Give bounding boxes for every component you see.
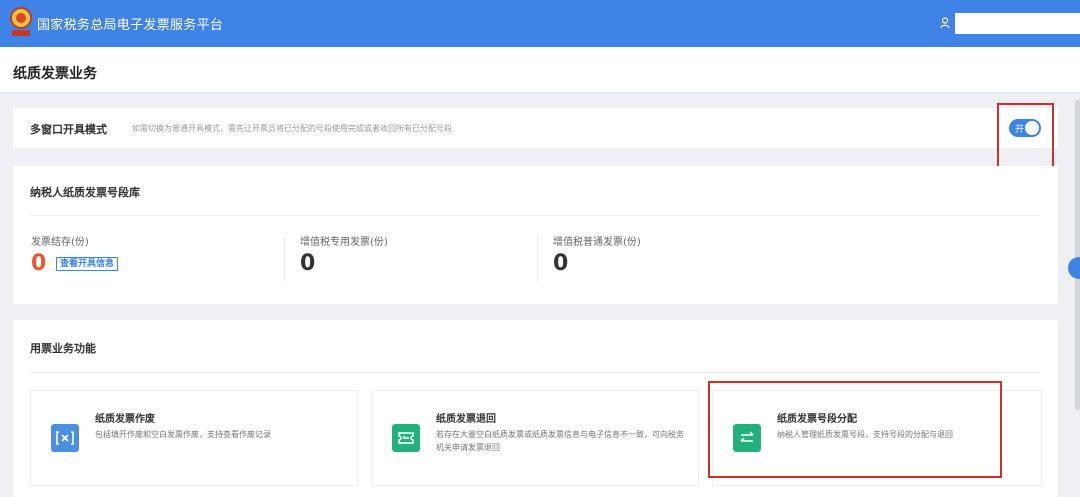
- highlight-box-toggle: [997, 103, 1054, 171]
- stat-value: 0: [31, 251, 47, 276]
- view-issuance-info-link[interactable]: 查看开具信息: [55, 257, 118, 271]
- stat-invoice-stock: 发票结存(份) 0 查看开具信息: [31, 233, 118, 277]
- user-name-box[interactable]: [955, 13, 1080, 34]
- page-title-bar: 纸质发票业务: [0, 47, 1080, 93]
- tile-title: 纸质发票作废: [95, 414, 155, 425]
- stat-label: 增值税专用发票(份): [300, 237, 388, 248]
- divider: [30, 372, 1040, 373]
- invoice-library-card: 纳税人纸质发票号段库 发票结存(份) 0 查看开具信息 增值税专用发票(份) 0…: [13, 166, 1058, 304]
- vertical-scrollbar[interactable]: [1075, 100, 1080, 410]
- stat-value: 0: [300, 251, 316, 276]
- stat-label: 增值税普通发票(份): [553, 237, 641, 248]
- platform-title: 国家税务总局电子发票服务平台: [37, 18, 224, 33]
- stat-separator: [537, 236, 538, 281]
- side-help-button[interactable]: [1068, 257, 1080, 279]
- user-icon[interactable]: [940, 17, 950, 29]
- highlight-box-segment-tile: [708, 381, 1002, 478]
- invoice-library-title: 纳税人纸质发票号段库: [30, 186, 140, 199]
- void-invoice-tile[interactable]: 纸质发票作废 包括填开作废和空白发票作废，支持查看作废记录: [30, 390, 358, 486]
- stat-label: 发票结存(份): [31, 237, 89, 248]
- divider: [30, 215, 1040, 216]
- top-navigation-bar: 国家税务总局电子发票服务平台: [0, 0, 1080, 47]
- tile-description: 包括填开作废和空白发票作废，支持查看作废记录: [95, 430, 271, 439]
- stat-vat-special: 增值税专用发票(份) 0: [300, 233, 388, 277]
- return-ticket-icon: [392, 424, 420, 452]
- stat-value: 0: [553, 251, 569, 276]
- multi-window-mode-card: 多窗口开具模式 如需切换为普通开具模式，需先让开票员将已分配的号段使用完成或者收…: [13, 108, 1058, 148]
- stat-separator: [284, 236, 285, 281]
- void-invoice-icon: [51, 424, 79, 452]
- tax-emblem-icon: [10, 7, 32, 36]
- return-invoice-tile[interactable]: 纸质发票退回 若存在大量空白纸质发票或纸质发票信息与电子信息不一致，可向税务机关…: [371, 390, 699, 486]
- tile-description: 若存在大量空白纸质发票或纸质发票信息与电子信息不一致，可向税务机关申请发票退回: [436, 430, 684, 452]
- stat-vat-general: 增值税普通发票(份) 0: [553, 233, 641, 277]
- multi-window-mode-hint: 如需切换为普通开具模式，需先让开票员将已分配的号段使用完成或者收回所有已分配号段: [132, 124, 452, 133]
- business-functions-title: 用票业务功能: [30, 342, 96, 355]
- multi-window-mode-title: 多窗口开具模式: [30, 123, 107, 136]
- tile-title: 纸质发票退回: [436, 414, 496, 425]
- page-title: 纸质发票业务: [13, 66, 97, 82]
